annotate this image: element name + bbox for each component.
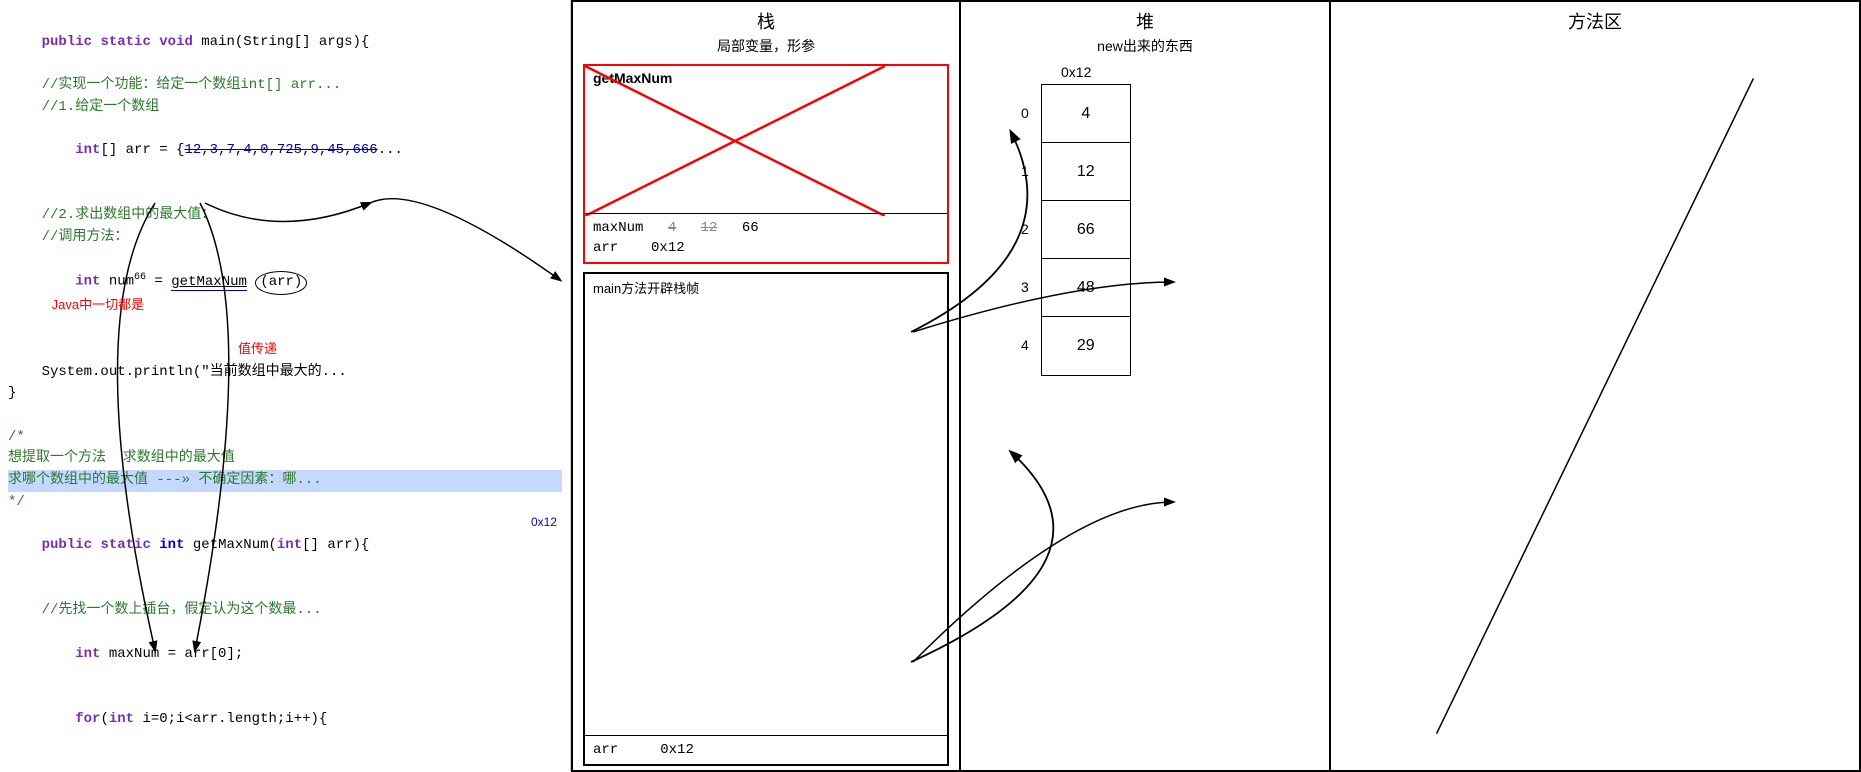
code-comment-slash: /* [8, 427, 562, 449]
stack-title: 栈 [573, 2, 959, 36]
val-maxnum-4: 4 [668, 220, 676, 236]
keyword-static: static [100, 34, 150, 50]
heap-cell-2: 66 [1042, 201, 1130, 259]
code-if: if(arr[i]>maxNum){ [8, 752, 562, 772]
heap-subtitle: new出来的东西 [961, 36, 1329, 64]
label-arr-getmaxnum: arr [593, 240, 618, 256]
heap-panel: 堆 new出来的东西 0x12 0 1 2 3 4 4 12 66 48 29 [961, 0, 1331, 772]
frame-main: main方法开辟栈帧 arr 0x12 [583, 272, 949, 766]
frame-main-bottom: arr 0x12 [585, 735, 947, 764]
code-line-1: public static void main(String[] args){ [8, 10, 562, 75]
method-title: 方法区 [1331, 2, 1859, 40]
method-area-decoration [1331, 42, 1859, 770]
frame-row-maxnum: maxNum 4 12 66 [593, 220, 939, 236]
code-blank-2 [8, 405, 562, 427]
frame-row-arr: arr 0x12 [593, 240, 939, 256]
keyword-public: public [42, 34, 92, 50]
code-blank-1 [8, 184, 562, 206]
heap-cell-4: 29 [1042, 317, 1130, 375]
heap-indices: 0 1 2 3 4 [1021, 84, 1037, 376]
heap-index-1: 1 [1021, 142, 1037, 200]
frame-getmaxnum-label: getMaxNum [585, 66, 947, 90]
heap-array-container: 0 1 2 3 4 4 12 66 48 29 [1021, 84, 1329, 376]
keyword-void: void [159, 34, 193, 50]
heap-cell-1: 12 [1042, 143, 1130, 201]
label-arr-main: arr [593, 742, 618, 758]
stack-panel: 栈 局部变量，形参 getMaxNum maxNum 4 12 66 [571, 0, 961, 772]
code-comment-7: */ [8, 492, 562, 514]
frame-main-label: main方法开辟栈帧 [585, 274, 947, 301]
heap-title: 堆 [961, 2, 1329, 36]
code-for: for(int i=0;i<arr.length;i++){ [8, 687, 562, 752]
label-maxnum: maxNum [593, 220, 643, 236]
val-arr-getmaxnum: 0x12 [651, 240, 685, 256]
heap-index-4: 4 [1021, 316, 1037, 374]
code-getmaxnum-def: public static int getMaxNum(int[] arr){ … [8, 513, 562, 600]
stack-subtitle: 局部变量，形参 [573, 36, 959, 60]
code-comment-2: //1.给定一个数组 [8, 97, 562, 119]
code-comment-6: 求哪个数组中的最大值 ---» 不确定因素：哪... [8, 470, 562, 492]
diagram-area: 栈 局部变量，形参 getMaxNum maxNum 4 12 66 [570, 0, 1861, 772]
code-int-arr: int[] arr = {12,3,7,4,0,725,9,45,666... [8, 118, 562, 183]
code-comment-4: //调用方法： [8, 227, 562, 249]
frame-getmaxnum-content: maxNum 4 12 66 arr 0x12 [585, 213, 947, 262]
val-arr-main: 0x12 [660, 742, 694, 758]
heap-index-2: 2 [1021, 200, 1037, 258]
code-comment-1: //实现一个功能：给定一个数组int[] arr... [8, 75, 562, 97]
heap-address-label: 0x12 [961, 64, 1329, 80]
code-maxnum-init: int maxNum = arr[0]; [8, 622, 562, 687]
method-panel: 方法区 [1331, 0, 1861, 772]
heap-cell-3: 48 [1042, 259, 1130, 317]
heap-index-0: 0 [1021, 84, 1037, 142]
annot-value-transfer: 值传递 [8, 339, 562, 362]
heap-index-3: 3 [1021, 258, 1037, 316]
code-comment-8: //先找一个数上插台，假定认为这个数最... [8, 600, 562, 622]
code-println: System.out.println("当前数组中最大的... [8, 362, 562, 384]
heap-array-box: 4 12 66 48 29 [1041, 84, 1131, 376]
frame-getmaxnum: getMaxNum maxNum 4 12 66 arr [583, 64, 949, 264]
code-comment-3: //2.求出数组中的最大值： [8, 205, 562, 227]
code-comment-5: 想提取一个方法 求数组中的最大值 [8, 448, 562, 470]
val-maxnum-66: 66 [742, 220, 759, 236]
heap-cell-0: 4 [1042, 85, 1130, 143]
code-panel: public static void main(String[] args){ … [0, 0, 570, 772]
code-int-num: int num66 = getMaxNum (arr) Java中一切都是 [8, 249, 562, 339]
val-maxnum-12: 12 [701, 220, 718, 236]
code-brace-close-main: } [8, 383, 562, 405]
